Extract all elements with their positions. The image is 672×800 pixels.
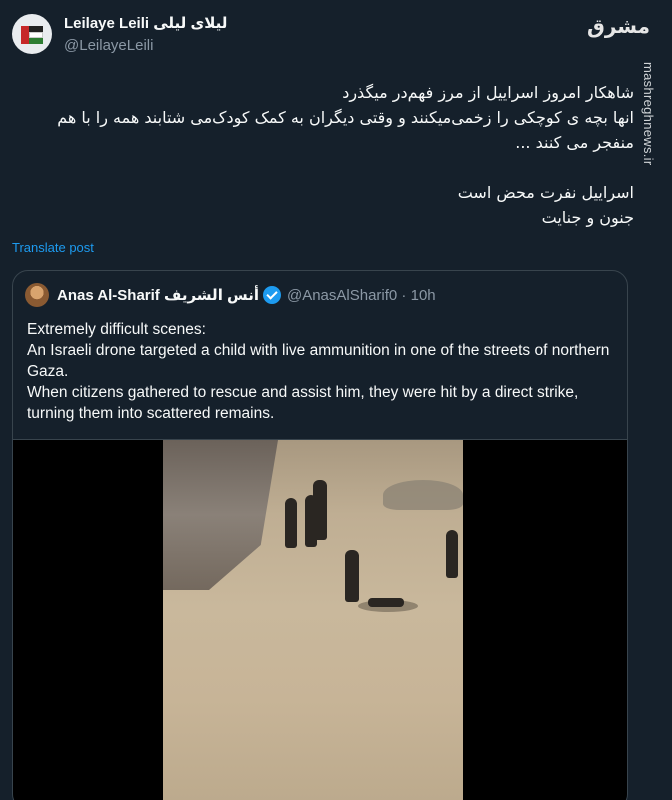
video-figure bbox=[446, 530, 458, 578]
flag-stripe-green bbox=[29, 38, 43, 44]
quoted-post-header: Anas Al-Sharif أنس الشريف @AnasAlSharif0… bbox=[25, 283, 436, 307]
author-names: Leilaye Leili لیلای لیلی @LeilayeLeili bbox=[64, 14, 227, 56]
verified-badge-icon bbox=[262, 286, 281, 304]
watermark-url: mashreghnews.ir bbox=[641, 62, 656, 166]
video-player[interactable] bbox=[13, 439, 627, 800]
translate-post-link[interactable]: Translate post bbox=[12, 240, 94, 255]
video-rubble-shape bbox=[383, 480, 463, 510]
video-figure bbox=[368, 598, 404, 607]
post-text: شاهکار امروز اسراییل از مرز فهم‌در میگذر… bbox=[57, 83, 634, 227]
watermark-logo: مشرق bbox=[586, 14, 650, 38]
avatar[interactable] bbox=[12, 14, 52, 54]
quoted-avatar[interactable] bbox=[25, 283, 49, 307]
quoted-handle-time: @AnasAlSharif0 · 10h bbox=[286, 286, 436, 304]
quoted-post[interactable]: Anas Al-Sharif أنس الشريف @AnasAlSharif0… bbox=[12, 270, 628, 800]
flag-icon bbox=[21, 26, 29, 44]
video-wall-shape bbox=[163, 440, 278, 590]
author-handle[interactable]: @LeilayeLeili bbox=[64, 36, 227, 56]
video-figure bbox=[285, 498, 297, 548]
quoted-display-name[interactable]: Anas Al-Sharif أنس الشريف bbox=[57, 286, 259, 304]
video-figure bbox=[305, 495, 317, 547]
post-header: Leilaye Leili لیلای لیلی @LeilayeLeili bbox=[12, 14, 227, 56]
quoted-post-text: Extremely difficult scenes: An Israeli d… bbox=[27, 321, 610, 422]
video-frame bbox=[163, 440, 463, 800]
video-figure bbox=[345, 550, 359, 602]
author-display-name[interactable]: Leilaye Leili لیلای لیلی bbox=[64, 14, 227, 34]
